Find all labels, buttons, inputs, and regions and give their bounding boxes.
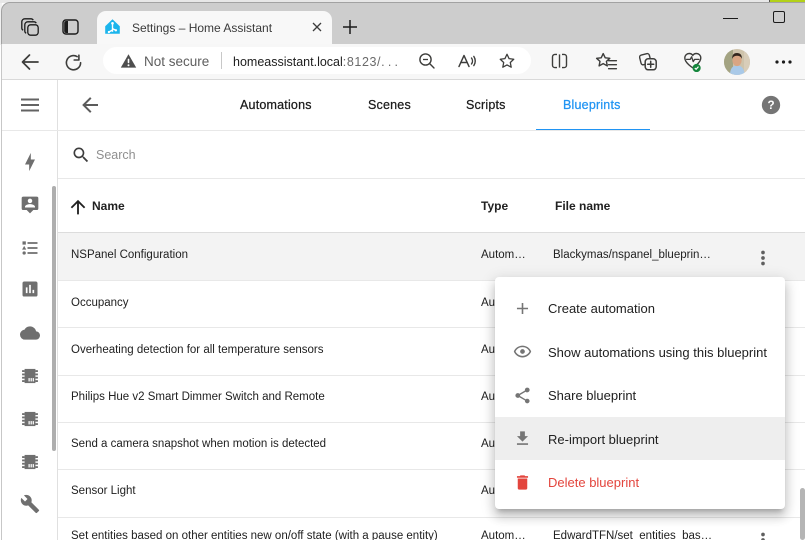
svg-text:?: ?	[767, 99, 774, 112]
